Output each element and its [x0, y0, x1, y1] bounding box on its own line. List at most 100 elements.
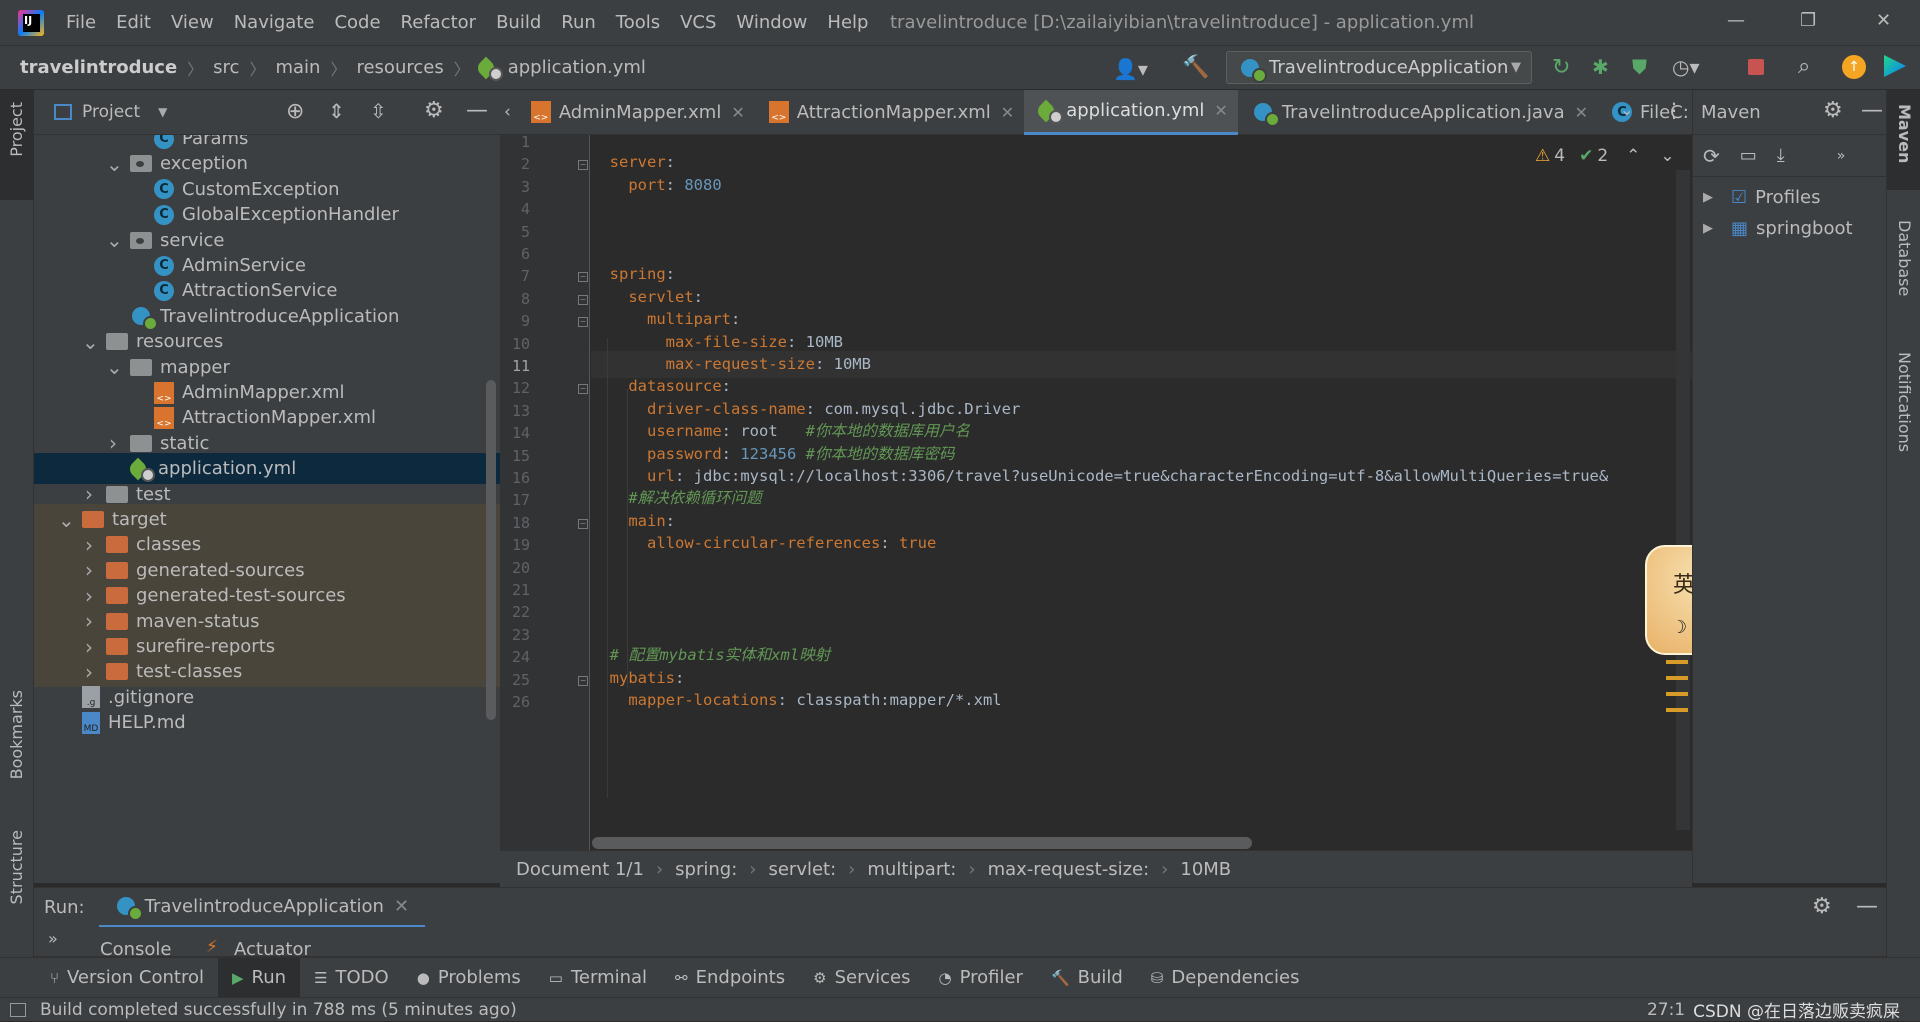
toolwindow-profiler[interactable]: ◔ Profiler [924, 958, 1036, 998]
editor-breadcrumb-item[interactable]: multipart: [867, 859, 956, 880]
expand-icon[interactable]: » [48, 929, 58, 948]
toolwindow-terminal[interactable]: ▭ Terminal [535, 958, 661, 998]
toolwindow-build[interactable]: 🔨 Build [1037, 958, 1137, 998]
chevron-down-icon[interactable]: ▼ [158, 105, 167, 119]
close-icon[interactable]: ✕ [394, 896, 409, 917]
menu-help[interactable]: Help [827, 12, 868, 33]
database-tool-button[interactable]: Database [1895, 220, 1914, 296]
editor-breadcrumb-item[interactable]: Document 1/1 [516, 859, 644, 880]
editor-vertical-scrollbar[interactable] [1676, 170, 1690, 830]
tab-attractionmapper-xml[interactable]: <> AttractionMapper.xml ✕ [755, 90, 1024, 135]
hide-icon[interactable]: — [1856, 894, 1878, 919]
close-icon[interactable]: ✕ [1575, 103, 1588, 122]
bookmarks-tool-button[interactable]: Bookmarks [7, 690, 26, 779]
vcs-user-icon[interactable]: 👤▾ [1113, 57, 1148, 81]
editor-breadcrumb-item[interactable]: spring: [675, 859, 737, 880]
editor-breadcrumb-item[interactable]: servlet: [768, 859, 836, 880]
chevron-right-icon[interactable]: › [106, 431, 120, 455]
collapse-all-icon[interactable]: ⇳ [370, 99, 387, 123]
menu-navigate[interactable]: Navigate [234, 12, 315, 33]
editor-breadcrumb-item[interactable]: max-request-size: [988, 859, 1150, 880]
run-config-tab[interactable]: TravelintroduceApplication ✕ [98, 888, 426, 928]
chevron-right-icon[interactable]: › [82, 609, 96, 633]
minimize-icon[interactable]: — [1727, 10, 1745, 31]
gear-icon[interactable]: ⚙ [1823, 98, 1843, 123]
maven-profiles-item[interactable]: ▶ ☑ Profiles [1693, 182, 1821, 212]
chevron-down-icon[interactable]: ⌄ [1620, 100, 1633, 119]
intellij-logo-icon[interactable] [18, 9, 44, 36]
fold-marker-icon[interactable]: − [578, 518, 588, 529]
panel-toggle-icon[interactable] [10, 1002, 26, 1017]
tab-application-yml[interactable]: application.yml ✕ [1024, 89, 1238, 135]
notifications-tool-button[interactable]: Notifications [1895, 352, 1914, 452]
editor-horizontal-scrollbar[interactable] [592, 837, 1252, 849]
stop-icon[interactable] [1748, 59, 1764, 75]
breadcrumb-item[interactable]: src [203, 57, 239, 78]
update-icon[interactable]: ↑ [1842, 55, 1866, 79]
close-icon[interactable]: ✕ [1214, 101, 1227, 120]
menu-tools[interactable]: Tools [616, 12, 660, 33]
tree-item[interactable]: MD HELP.md [34, 707, 500, 738]
caret-position[interactable]: 27:1 [1647, 1000, 1685, 1020]
close-icon[interactable]: ✕ [731, 103, 744, 122]
hide-icon[interactable]: — [466, 98, 488, 123]
menu-file[interactable]: File [66, 12, 96, 33]
gear-icon[interactable]: ⚙ [1812, 894, 1832, 919]
rerun-icon[interactable]: ↻ [1552, 55, 1570, 80]
add-project-icon[interactable]: ▭ [1740, 145, 1757, 166]
tab-adminmapper-xml[interactable]: <> AdminMapper.xml ✕ [517, 90, 755, 135]
download-icon[interactable]: ⤓ [1777, 145, 1785, 166]
toolwindow-problems[interactable]: ● Problems [403, 958, 535, 998]
hide-icon[interactable]: — [1861, 98, 1883, 123]
chevron-right-icon[interactable]: › [82, 635, 96, 659]
tree-scrollbar[interactable] [486, 380, 496, 720]
fold-marker-icon[interactable]: − [578, 384, 588, 395]
fold-marker-icon[interactable]: − [578, 294, 588, 305]
chevron-down-icon[interactable]: ⌄ [82, 330, 99, 354]
toolwindow-run[interactable]: ▶ Run [218, 957, 301, 998]
toolwindow-version-control[interactable]: ⑂ Version Control [36, 958, 218, 998]
debug-icon[interactable]: ✱ [1592, 55, 1609, 79]
previous-highlight-icon[interactable]: ⌃ [1626, 146, 1640, 166]
gear-icon[interactable]: ⚙ [424, 98, 444, 123]
chevron-right-icon[interactable]: › [82, 660, 96, 684]
code-editor[interactable]: 1 2 3 4 5 6 7 8 9 10 11 12 13 14 15 16 17 18 19 20 21 22 23 24 2… [500, 135, 1692, 850]
toolwindow-dependencies[interactable]: ⛁ Dependencies [1137, 958, 1314, 998]
breadcrumb-item[interactable]: resources [346, 57, 443, 78]
menu-window[interactable]: Window [736, 12, 807, 33]
menu-run[interactable]: Run [561, 12, 596, 33]
menu-view[interactable]: View [171, 12, 214, 33]
project-panel-title[interactable]: Project [82, 102, 140, 122]
menu-refactor[interactable]: Refactor [401, 12, 477, 33]
restore-icon[interactable]: ❐ [1800, 10, 1816, 31]
console-tab[interactable]: Console [100, 939, 171, 956]
tab-travelintroduceapplication-java[interactable]: TravelintroduceApplication.java ✕ [1238, 90, 1598, 135]
locate-icon[interactable]: ⊕ [286, 99, 304, 124]
menu-edit[interactable]: Edit [116, 12, 151, 33]
actuator-tab[interactable]: Actuator [234, 939, 311, 956]
chevron-down-icon[interactable]: ⌄ [106, 152, 123, 176]
coverage-icon[interactable]: ⛊ [1632, 55, 1647, 79]
build-hammer-icon[interactable]: 🔨 [1182, 55, 1209, 80]
editor-breadcrumb-item[interactable]: 10MB [1180, 859, 1231, 880]
menu-build[interactable]: Build [496, 12, 541, 33]
breadcrumb-item[interactable]: main [265, 57, 320, 78]
chevron-right-icon[interactable]: › [82, 482, 96, 506]
more-icon[interactable]: ⋮ [1664, 98, 1684, 122]
chevron-down-icon[interactable]: ⌄ [106, 355, 123, 379]
inspection-widget[interactable]: ⚠ 4 ✔ 2 ⌃ ⌄ [1535, 146, 1675, 166]
breadcrumb-item[interactable]: application.yml [506, 57, 646, 78]
fold-marker-icon[interactable]: − [578, 317, 588, 328]
chevron-down-icon[interactable]: ⌄ [58, 508, 75, 532]
chevron-right-icon[interactable]: › [82, 584, 96, 608]
search-icon[interactable]: ⌕ [1798, 54, 1810, 79]
fold-marker-icon[interactable]: − [578, 160, 588, 171]
menu-code[interactable]: Code [334, 12, 380, 33]
reload-icon[interactable]: ⟳ [1703, 144, 1720, 168]
code-line[interactable]: mapper-locations: classpath:mapper/*.xml [591, 687, 1692, 714]
expand-all-icon[interactable]: ⇕ [328, 99, 345, 123]
next-highlight-icon[interactable]: ⌄ [1660, 146, 1674, 166]
toolwindow-todo[interactable]: ☰ TODO [300, 958, 403, 998]
menu-vcs[interactable]: VCS [680, 12, 716, 33]
more-actions-icon[interactable]: » [1837, 148, 1846, 164]
